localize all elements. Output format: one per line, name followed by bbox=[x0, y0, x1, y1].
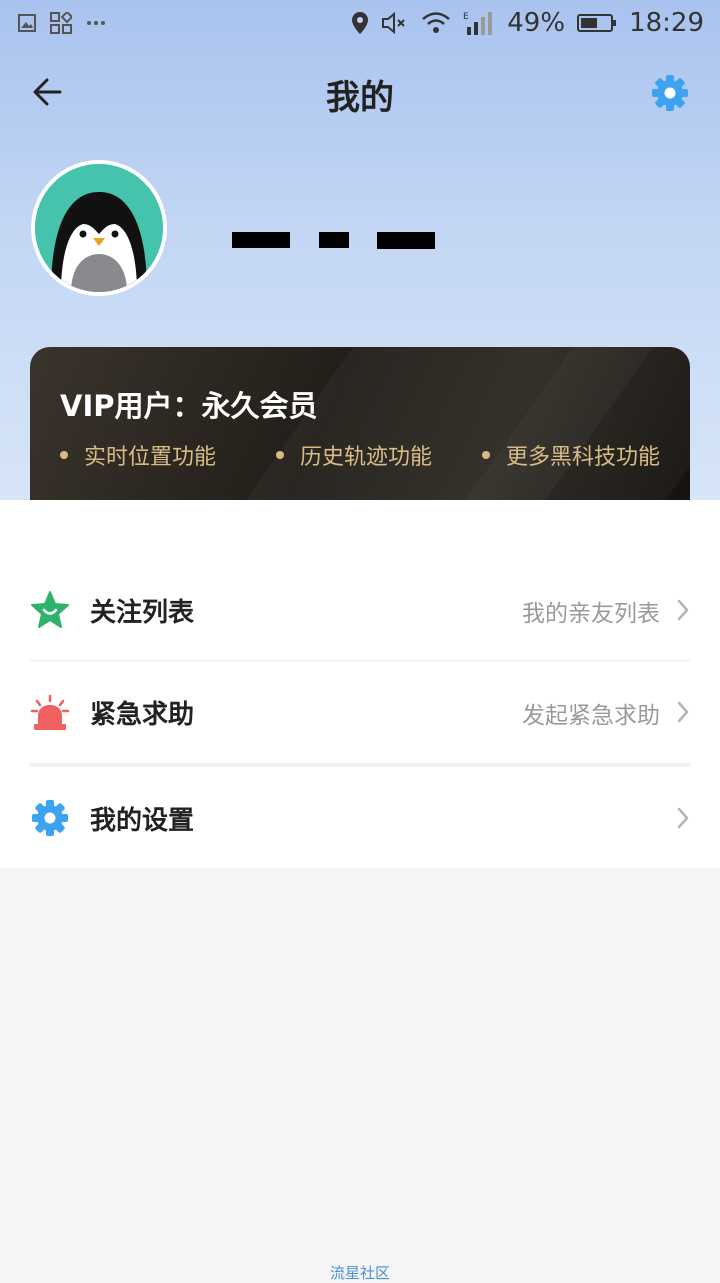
vip-card[interactable]: VIP用户：永久会员 实时位置功能 历史轨迹功能 更多黑科技功能 bbox=[30, 347, 690, 500]
bullet-icon bbox=[60, 451, 68, 459]
redacted-username bbox=[232, 232, 290, 248]
alarm-siren-icon bbox=[30, 694, 70, 730]
menu-item-emergency[interactable]: 紧急求助 发起紧急求助 bbox=[30, 662, 690, 762]
vip-feature: 历史轨迹功能 bbox=[276, 439, 432, 471]
chevron-right-icon bbox=[677, 599, 689, 621]
menu-list: 关注列表 我的亲友列表 紧急求助 发起紧急求助 我的设置 bbox=[0, 500, 720, 868]
star-face-icon bbox=[31, 591, 69, 628]
bullet-icon bbox=[482, 451, 490, 459]
penguin-avatar-icon bbox=[35, 164, 163, 292]
menu-item-follow-list[interactable]: 关注列表 我的亲友列表 bbox=[30, 560, 690, 660]
menu-item-settings[interactable]: 我的设置 bbox=[30, 768, 690, 868]
settings-gear-icon[interactable] bbox=[650, 73, 690, 113]
mute-icon bbox=[382, 11, 405, 35]
clock: 18:29 bbox=[629, 8, 704, 38]
location-icon bbox=[352, 12, 369, 34]
battery-icon bbox=[577, 14, 617, 32]
redacted-username bbox=[319, 232, 349, 248]
apps-notification-icon bbox=[50, 12, 72, 34]
avatar[interactable] bbox=[31, 160, 167, 296]
page-title: 我的 bbox=[326, 78, 394, 118]
svg-text:E: E bbox=[463, 12, 469, 22]
divider bbox=[30, 660, 690, 661]
wifi-icon bbox=[422, 12, 451, 33]
vip-feature: 更多黑科技功能 bbox=[482, 439, 660, 471]
cellular-signal-icon: E bbox=[463, 12, 493, 35]
divider bbox=[30, 763, 690, 767]
menu-item-label: 紧急求助 bbox=[90, 700, 195, 730]
vip-feature: 实时位置功能 bbox=[60, 439, 216, 471]
menu-item-subtitle: 发起紧急求助 bbox=[522, 703, 660, 729]
status-bar: E 49% 18:29 bbox=[0, 0, 720, 50]
menu-item-label: 关注列表 bbox=[90, 598, 195, 628]
gear-icon bbox=[32, 800, 68, 836]
menu-item-subtitle: 我的亲友列表 bbox=[522, 601, 660, 627]
vip-title: VIP用户：永久会员 bbox=[60, 389, 318, 423]
more-notifications-icon bbox=[87, 21, 105, 25]
battery-percentage: 49% bbox=[507, 8, 566, 38]
chevron-right-icon bbox=[677, 701, 689, 723]
gallery-notification-icon bbox=[18, 14, 36, 32]
menu-item-label: 我的设置 bbox=[90, 806, 195, 836]
bullet-icon bbox=[276, 451, 284, 459]
chevron-right-icon bbox=[677, 807, 689, 829]
redacted-username bbox=[377, 232, 435, 249]
